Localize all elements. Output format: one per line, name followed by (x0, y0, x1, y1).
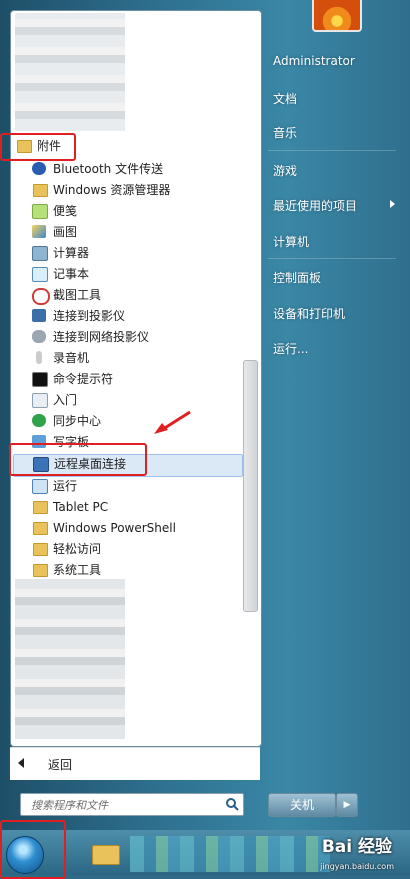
program-label: 便笺 (53, 204, 78, 218)
program-item-connect-projector[interactable]: 连接到投影仪 (31, 307, 251, 326)
program-label: Tablet PC (53, 500, 109, 514)
sticky-notes-icon (32, 204, 48, 219)
notepad-icon (32, 267, 48, 282)
folder-ease-of-access[interactable]: 轻松访问 (31, 540, 251, 559)
search-input[interactable]: 搜索程序和文件 (20, 793, 244, 816)
folder-tablet-pc[interactable]: Tablet PC (31, 498, 251, 517)
right-item-devices-printers[interactable]: 设备和打印机 (273, 305, 345, 322)
submenu-arrow-icon (390, 200, 395, 208)
cmd-icon (32, 372, 48, 387)
program-item-calculator[interactable]: 计算器 (31, 244, 251, 263)
blurred-program-list-bottom (15, 579, 125, 739)
program-item-paint[interactable]: 画图 (31, 223, 251, 242)
explorer-folder-icon (92, 845, 120, 865)
right-item-recent-items[interactable]: 最近使用的项目 (273, 197, 357, 214)
right-item-music[interactable]: 音乐 (273, 124, 297, 141)
program-item-run[interactable]: 运行 (31, 477, 251, 496)
user-avatar[interactable] (312, 0, 362, 32)
watermark-brand: Bai 经验 (321, 837, 392, 857)
search-icon[interactable] (225, 797, 239, 811)
program-label: 画图 (53, 225, 78, 239)
folder-icon (33, 564, 48, 577)
program-label: 命令提示符 (53, 372, 114, 386)
folder-icon (33, 522, 48, 535)
folder-icon (33, 543, 48, 556)
taskbar-explorer-button[interactable] (86, 837, 126, 871)
microphone-icon (36, 351, 42, 364)
program-label: 系统工具 (53, 563, 102, 577)
right-separator (268, 150, 396, 151)
program-item-notepad[interactable]: 记事本 (31, 265, 251, 284)
back-arrow-icon (18, 758, 24, 768)
programs-pane: 附件 Bluetooth 文件传送 Windows 资源管理器 便笺 画图 计算… (10, 10, 262, 747)
back-button[interactable]: 返回 (10, 747, 260, 780)
getting-started-icon (32, 393, 48, 408)
annotation-arrow-icon (154, 410, 191, 434)
program-label: 轻松访问 (53, 542, 102, 556)
program-item-sound-recorder[interactable]: 录音机 (31, 349, 251, 368)
programs-scrollbar-thumb[interactable] (243, 360, 258, 612)
program-label: Windows 资源管理器 (53, 183, 171, 197)
program-item-network-projector[interactable]: 连接到网络投影仪 (31, 328, 251, 347)
program-item-sticky-notes[interactable]: 便笺 (31, 202, 251, 221)
right-item-administrator[interactable]: Administrator (273, 54, 355, 68)
calculator-icon (32, 246, 48, 261)
sync-center-icon (32, 414, 46, 427)
program-item-command-prompt[interactable]: 命令提示符 (31, 370, 251, 389)
explorer-folder-icon (33, 184, 48, 197)
program-label: 入门 (53, 393, 78, 407)
program-label: 计算器 (53, 246, 90, 260)
program-label: 连接到网络投影仪 (53, 330, 150, 344)
right-item-run[interactable]: 运行... (273, 340, 308, 357)
highlight-box-accessories (0, 133, 76, 161)
right-separator (268, 258, 396, 259)
highlight-box-start (0, 820, 66, 879)
network-projector-icon (32, 330, 46, 343)
program-item-bluetooth[interactable]: Bluetooth 文件传送 (31, 160, 251, 179)
folder-windows-powershell[interactable]: Windows PowerShell (31, 519, 251, 538)
program-item-snipping-tool[interactable]: 截图工具 (31, 286, 251, 305)
folder-system-tools[interactable]: 系统工具 (31, 561, 251, 580)
run-icon (32, 479, 48, 494)
shutdown-options-button[interactable]: ▶ (336, 793, 358, 817)
program-label: 连接到投影仪 (53, 309, 126, 323)
program-item-getting-started[interactable]: 入门 (31, 391, 251, 410)
program-label: 截图工具 (53, 288, 102, 302)
folder-icon (33, 501, 48, 514)
blurred-taskbar-items (130, 836, 330, 872)
back-label: 返回 (48, 758, 73, 772)
program-label: 同步中心 (53, 414, 102, 428)
program-label: Windows PowerShell (53, 521, 176, 535)
right-item-control-panel[interactable]: 控制面板 (273, 269, 321, 286)
program-item-sync-center[interactable]: 同步中心 (31, 412, 251, 431)
snipping-tool-icon (32, 288, 50, 305)
blurred-program-list-top (15, 13, 125, 131)
search-placeholder: 搜索程序和文件 (31, 799, 108, 812)
watermark-url: jingyan.baidu.com (320, 862, 394, 871)
program-label: 记事本 (53, 267, 90, 281)
right-item-computer[interactable]: 计算机 (273, 233, 309, 250)
bluetooth-icon (32, 162, 46, 175)
shutdown-button[interactable]: 关机 (268, 793, 336, 817)
program-item-windows-explorer[interactable]: Windows 资源管理器 (31, 181, 251, 200)
projector-icon (32, 309, 46, 322)
program-label: 录音机 (53, 351, 90, 365)
right-item-games[interactable]: 游戏 (273, 162, 297, 179)
program-label: Bluetooth 文件传送 (53, 162, 164, 176)
program-label: 运行 (53, 479, 78, 493)
highlight-box-remote-desktop (9, 443, 147, 476)
right-item-documents[interactable]: 文档 (273, 90, 297, 107)
paint-icon (32, 225, 46, 238)
